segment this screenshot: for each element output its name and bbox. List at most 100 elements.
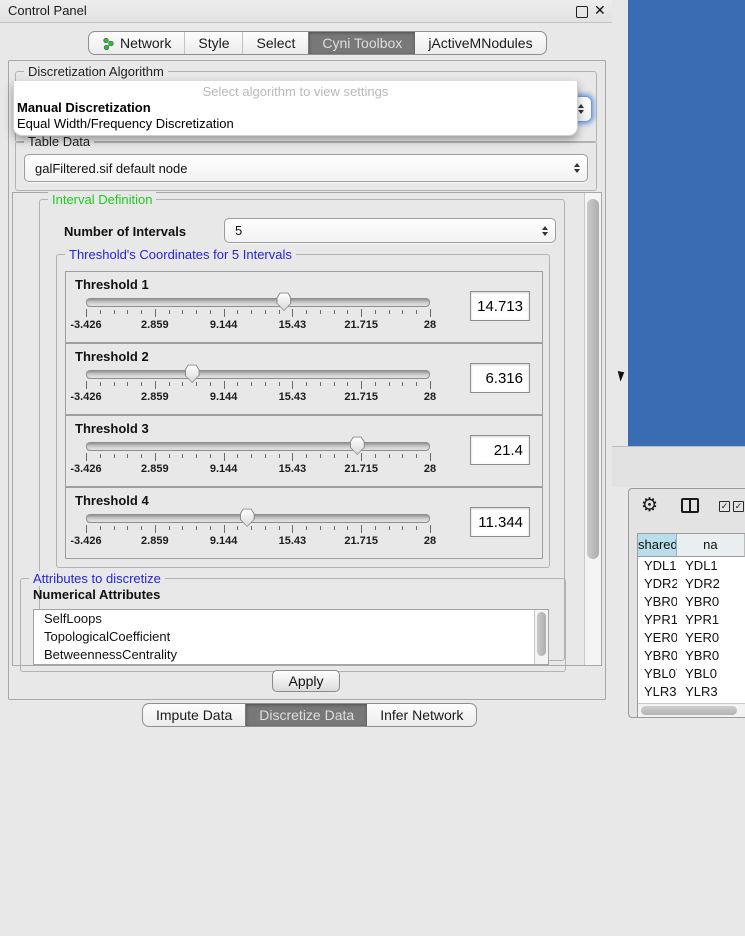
slider-track[interactable] bbox=[86, 370, 430, 379]
cell-shared-name[interactable]: YER054C bbox=[638, 629, 677, 647]
cell-shared-name[interactable]: YDL19... bbox=[638, 557, 677, 575]
attribute-item[interactable]: TopologicalCoefficient bbox=[34, 628, 548, 646]
table-toolbar: ⚙ ✓ ✓ bbox=[629, 489, 745, 531]
cell-name[interactable]: YDR2 bbox=[677, 575, 745, 593]
tick-label: -3.426 bbox=[70, 319, 101, 331]
tab-infer-network[interactable]: Infer Network bbox=[367, 704, 476, 726]
checkbox-select-icon[interactable]: ✓ bbox=[733, 501, 744, 512]
thresholds-group: Threshold's Coordinates for 5 Intervals … bbox=[56, 254, 550, 568]
slider-handle[interactable] bbox=[185, 364, 200, 383]
gear-icon[interactable]: ⚙ bbox=[641, 495, 658, 517]
table-row[interactable]: YBR043CYBR0 bbox=[638, 593, 745, 611]
horizontal-scrollbar[interactable] bbox=[638, 703, 745, 717]
network-frame: GAL80GACGAL11GAL4GCY1HHAP2 bbox=[628, 0, 745, 446]
slider-handle[interactable] bbox=[276, 292, 291, 311]
tick-label: 2.859 bbox=[141, 391, 169, 403]
column-header-name[interactable]: na bbox=[677, 534, 745, 557]
threshold-value-field[interactable]: 6.316 bbox=[470, 363, 530, 393]
table-row[interactable]: YDR27...YDR2 bbox=[638, 575, 745, 593]
threshold-value-field[interactable]: 14.713 bbox=[470, 291, 530, 321]
list-scrollbar-thumb[interactable] bbox=[537, 612, 546, 656]
tab-network[interactable]: Network bbox=[89, 32, 184, 54]
cell-shared-name[interactable]: YPR145W bbox=[638, 611, 677, 629]
vertical-scrollbar[interactable] bbox=[584, 193, 601, 665]
tick-label: -3.426 bbox=[70, 535, 101, 547]
cell-name[interactable]: YBR0 bbox=[677, 647, 745, 665]
mouse-cursor bbox=[618, 369, 627, 381]
cell-shared-name[interactable]: YDR27... bbox=[638, 575, 677, 593]
split-columns-icon[interactable] bbox=[681, 498, 699, 513]
close-icon[interactable]: ✕ bbox=[594, 2, 606, 19]
algorithm-option-manual[interactable]: Manual Discretization bbox=[14, 100, 577, 116]
slider-ticklabels: -3.4262.8599.14415.4321.71528 bbox=[86, 463, 430, 475]
attribute-item[interactable]: BetweennessCentrality bbox=[34, 646, 548, 664]
cell-shared-name[interactable]: YLR345W bbox=[638, 683, 677, 701]
table-data-group: Table Data galFiltered.sif default node bbox=[15, 141, 597, 191]
slider-ticklabels: -3.4262.8599.14415.4321.71528 bbox=[86, 535, 430, 547]
cell-shared-name[interactable]: YBR045C bbox=[638, 647, 677, 665]
threshold-slider[interactable]: -3.4262.8599.14415.4321.71528 bbox=[86, 370, 430, 404]
tab-discretize-data[interactable]: Discretize Data bbox=[245, 704, 367, 726]
thresholds-group-title: Threshold's Coordinates for 5 Intervals bbox=[65, 247, 296, 262]
table-row[interactable]: YPR145WYPR1 bbox=[638, 611, 745, 629]
table-row[interactable]: YLR345WYLR3 bbox=[638, 683, 745, 701]
threshold-value-field[interactable]: 21.4 bbox=[470, 435, 530, 465]
table-row[interactable]: YBR045CYBR0 bbox=[638, 647, 745, 665]
tick-label: 15.43 bbox=[279, 391, 307, 403]
table-data-combobox[interactable]: galFiltered.sif default node bbox=[24, 154, 588, 182]
table-panel: ⚙ ✓ ✓ shared... na YDL19...YDL1YDR27...Y… bbox=[628, 488, 745, 718]
cell-name[interactable]: YDL1 bbox=[677, 557, 745, 575]
table-row[interactable]: YBL079WYBL0 bbox=[638, 665, 745, 683]
algorithm-dropdown-popup: Select algorithm to view settings Manual… bbox=[13, 81, 578, 136]
scrollbar-thumb[interactable] bbox=[587, 199, 599, 559]
column-header-shared-name[interactable]: shared... bbox=[638, 534, 677, 557]
tab-cyni-toolbox[interactable]: Cyni Toolbox bbox=[308, 32, 415, 54]
attribute-item[interactable]: SelfLoops bbox=[34, 610, 548, 628]
slider-handle[interactable] bbox=[240, 508, 255, 527]
cell-name[interactable]: YPR1 bbox=[677, 611, 745, 629]
table-row[interactable]: YER054CYER0 bbox=[638, 629, 745, 647]
cell-name[interactable]: YER0 bbox=[677, 629, 745, 647]
threshold-slider[interactable]: -3.4262.8599.14415.4321.71528 bbox=[86, 442, 430, 476]
tab-label: Infer Network bbox=[380, 707, 463, 723]
threshold-panel: Threshold 2 -3.4262.8599.14415.4321.7152… bbox=[65, 343, 543, 415]
cell-name[interactable]: YBR0 bbox=[677, 593, 745, 611]
tab-impute-data[interactable]: Impute Data bbox=[143, 704, 245, 726]
cell-name[interactable]: YLR3 bbox=[677, 683, 745, 701]
float-window-icon[interactable] bbox=[576, 6, 588, 18]
number-of-intervals-combobox[interactable]: 5 bbox=[224, 218, 556, 243]
table-rows: YDL19...YDL1YDR27...YDR2YBR043CYBR0YPR14… bbox=[638, 557, 745, 704]
tick-label: 28 bbox=[424, 463, 436, 475]
slider-ticks bbox=[86, 381, 430, 390]
tick-label: 9.144 bbox=[210, 535, 238, 547]
tab-select[interactable]: Select bbox=[242, 32, 308, 54]
tab-style[interactable]: Style bbox=[184, 32, 242, 54]
table-data-title: Table Data bbox=[24, 134, 94, 149]
threshold-slider[interactable]: -3.4262.8599.14415.4321.71528 bbox=[86, 298, 430, 332]
list-scrollbar[interactable] bbox=[534, 610, 548, 664]
algorithm-option-equal-width[interactable]: Equal Width/Frequency Discretization bbox=[14, 116, 577, 132]
slider-track[interactable] bbox=[86, 514, 430, 523]
panel-title: Control Panel bbox=[8, 3, 87, 18]
tab-jactivemnodules[interactable]: jActiveMNodules bbox=[415, 32, 545, 54]
apply-button[interactable]: Apply bbox=[272, 670, 340, 692]
tick-label: 28 bbox=[424, 535, 436, 547]
threshold-slider[interactable]: -3.4262.8599.14415.4321.71528 bbox=[86, 514, 430, 548]
cell-shared-name[interactable]: YBL079W bbox=[638, 665, 677, 683]
horizontal-scrollbar-thumb[interactable] bbox=[641, 706, 737, 715]
tab-label: jActiveMNodules bbox=[428, 35, 532, 51]
discretization-algorithm-title: Discretization Algorithm bbox=[24, 64, 168, 79]
algorithm-hint-option[interactable]: Select algorithm to view settings bbox=[14, 84, 577, 100]
slider-track[interactable] bbox=[86, 298, 430, 307]
tick-label: -3.426 bbox=[70, 463, 101, 475]
cell-name[interactable]: YBL0 bbox=[677, 665, 745, 683]
slider-track[interactable] bbox=[86, 442, 430, 451]
tick-label: 21.715 bbox=[344, 535, 378, 547]
checkbox-select-all-icon[interactable]: ✓ bbox=[719, 501, 730, 512]
threshold-value-field[interactable]: 11.344 bbox=[470, 507, 530, 537]
table-row[interactable]: YDL19...YDL1 bbox=[638, 557, 745, 575]
cell-shared-name[interactable]: YBR043C bbox=[638, 593, 677, 611]
slider-handle[interactable] bbox=[350, 436, 365, 455]
slider-ticks bbox=[86, 453, 430, 462]
numerical-attributes-list[interactable]: SelfLoopsTopologicalCoefficientBetweenne… bbox=[33, 609, 549, 665]
